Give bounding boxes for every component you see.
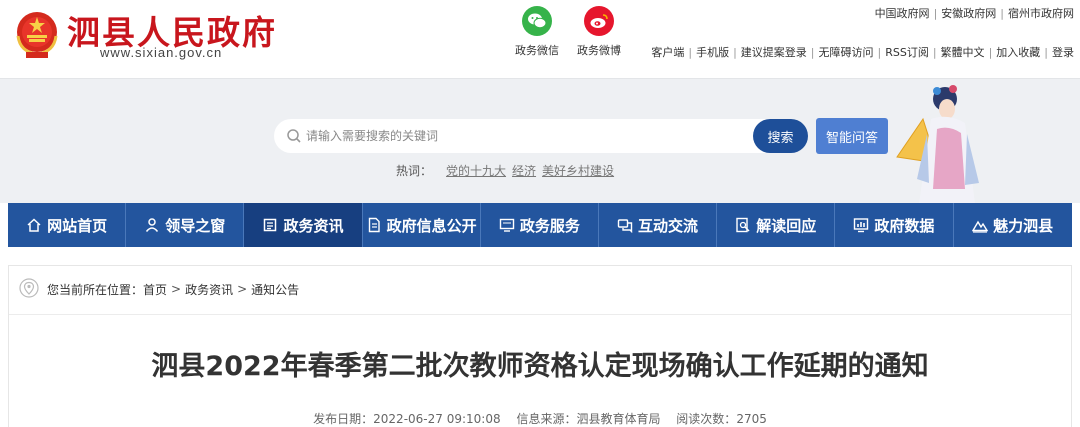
national-emblem-icon — [16, 12, 58, 58]
breadcrumb-separator: > — [237, 282, 248, 296]
weibo-link[interactable]: 政务微博 — [569, 6, 629, 58]
article-meta: 发布日期：2022-06-27 09:10:08 信息来源：泗县教育体育局 阅读… — [9, 410, 1071, 427]
divider: | — [810, 46, 815, 59]
source-label: 信息来源： — [516, 412, 577, 426]
weibo-label: 政务微博 — [577, 44, 621, 57]
source-value: 泗县教育体育局 — [576, 412, 661, 426]
nav-item-gov-data[interactable]: 政府数据 — [835, 203, 954, 247]
divider: | — [733, 46, 737, 59]
nav-item-charm[interactable]: 魅力泗县 — [954, 203, 1072, 247]
nav-item-news[interactable]: 政务资讯 — [244, 203, 363, 247]
nav-item-label: 网站首页 — [47, 216, 108, 235]
link-mobile[interactable]: 手机版 — [696, 46, 729, 59]
divider: | — [933, 7, 938, 20]
search-banner: 搜索 智能问答 热词： 党的十九大经济美好乡村建设 — [0, 78, 1080, 204]
search-box — [274, 119, 808, 153]
hot-word-item[interactable]: 经济 — [512, 164, 536, 178]
link-traditional-chinese[interactable]: 繁體中文 — [941, 46, 985, 59]
link-proposal-login[interactable]: 建议提案登录 — [741, 46, 807, 59]
link-anhui-gov[interactable]: 安徽政府网 — [941, 7, 996, 20]
link-gov-cn[interactable]: 中国政府网 — [875, 7, 930, 20]
search-icon — [287, 129, 301, 143]
divider: | — [932, 46, 937, 59]
monitor-icon — [499, 217, 515, 233]
chat-icon — [617, 217, 633, 233]
chart-icon — [853, 217, 869, 233]
nav-item-label: 政务资讯 — [283, 216, 344, 235]
weibo-icon — [584, 6, 614, 36]
mountain-icon — [972, 217, 989, 233]
divider: | — [988, 46, 993, 59]
hot-words-label: 热词： — [396, 164, 433, 178]
nav-item-interpretation[interactable]: 解读回应 — [717, 203, 836, 247]
site-domain: www.sixian.gov.cn — [100, 45, 223, 60]
publish-date: 发布日期：2022-06-27 09:10:08 — [313, 412, 500, 426]
news-icon — [262, 217, 278, 233]
person-icon — [144, 217, 160, 233]
nav-item-label: 政府数据 — [874, 216, 935, 235]
search-input[interactable] — [306, 119, 746, 153]
nav-item-info-disclosure[interactable]: 政府信息公开 — [363, 203, 481, 247]
publish-date-value: 2022-06-27 09:10:08 — [373, 412, 501, 426]
search-doc-icon — [735, 217, 751, 233]
nav-item-label: 解读回应 — [756, 216, 817, 235]
breadcrumb-separator: > — [171, 282, 182, 296]
wechat-link[interactable]: 政务微信 — [507, 6, 567, 58]
wechat-label: 政务微信 — [515, 44, 559, 57]
site-header: 泗县人民政府 www.sixian.gov.cn 政务微信 政务微博 中国政府网… — [0, 0, 1080, 78]
opera-figure-decoration — [896, 85, 979, 204]
views-value: 2705 — [736, 412, 767, 426]
search-button[interactable]: 搜索 — [753, 119, 808, 153]
location-pin-icon — [19, 278, 39, 300]
nav-item-label: 政府信息公开 — [386, 216, 477, 235]
hot-word-item[interactable]: 党的十九大 — [446, 164, 506, 178]
divider: | — [877, 46, 882, 59]
main-nav: 网站首页 领导之窗 政务资讯 政府信息公开 政务服务 互动交流 解读回应 政府数… — [8, 203, 1072, 247]
nav-item-label: 政务服务 — [519, 216, 580, 235]
link-client[interactable]: 客户端 — [651, 46, 684, 59]
link-suzhou-gov[interactable]: 宿州市政府网 — [1008, 7, 1074, 20]
publish-date-label: 发布日期： — [313, 412, 374, 426]
hot-words: 热词： 党的十九大 经济 美好乡村建设 — [396, 162, 614, 179]
document-icon — [366, 217, 382, 233]
nav-item-label: 互动交流 — [638, 216, 699, 235]
divider — [9, 314, 1071, 315]
hot-word-item[interactable]: 美好乡村建设 — [542, 164, 614, 178]
link-login[interactable]: 登录 — [1052, 46, 1074, 59]
views-label: 阅读次数： — [676, 412, 737, 426]
nav-item-label: 领导之窗 — [165, 216, 226, 235]
breadcrumb-notices[interactable]: 通知公告 — [251, 281, 299, 298]
view-count: 阅读次数：2705 — [676, 412, 767, 426]
info-source: 信息来源：泗县教育体育局 — [516, 412, 660, 426]
nav-item-label: 魅力泗县 — [993, 216, 1054, 235]
breadcrumb-home[interactable]: 首页 — [143, 281, 167, 298]
link-accessibility[interactable]: 无障碍访问 — [819, 46, 874, 59]
home-icon — [26, 217, 42, 233]
nav-item-interaction[interactable]: 互动交流 — [599, 203, 718, 247]
article-panel: 您当前所在位置： 首页 > 政务资讯 > 通知公告 泗县2022年春季第二批次教… — [8, 265, 1072, 427]
wechat-icon — [522, 6, 552, 36]
link-add-favorite[interactable]: 加入收藏 — [996, 46, 1040, 59]
article-title: 泗县2022年春季第二批次教师资格认定现场确认工作延期的通知 — [151, 351, 929, 382]
divider: | — [688, 46, 693, 59]
breadcrumb: 您当前所在位置： 首页 > 政务资讯 > 通知公告 — [19, 278, 299, 300]
breadcrumb-prefix: 您当前所在位置： — [47, 282, 144, 297]
nav-item-services[interactable]: 政务服务 — [481, 203, 599, 247]
nav-item-leaders[interactable]: 领导之窗 — [126, 203, 245, 247]
top-links: 中国政府网 | 安徽政府网 | 宿州市政府网 — [875, 5, 1074, 21]
divider: | — [1044, 46, 1048, 59]
nav-item-home[interactable]: 网站首页 — [8, 203, 127, 247]
utility-links: 客户端 | 手机版 | 建议提案登录 | 无障碍访问 | RSS订阅 | 繁體中文 | 加入收藏 | 登录 — [651, 44, 1074, 60]
ai-qa-button[interactable]: 智能问答 — [816, 118, 888, 154]
breadcrumb-news[interactable]: 政务资讯 — [185, 281, 233, 298]
divider: | — [1000, 7, 1004, 20]
link-rss[interactable]: RSS订阅 — [885, 46, 929, 59]
